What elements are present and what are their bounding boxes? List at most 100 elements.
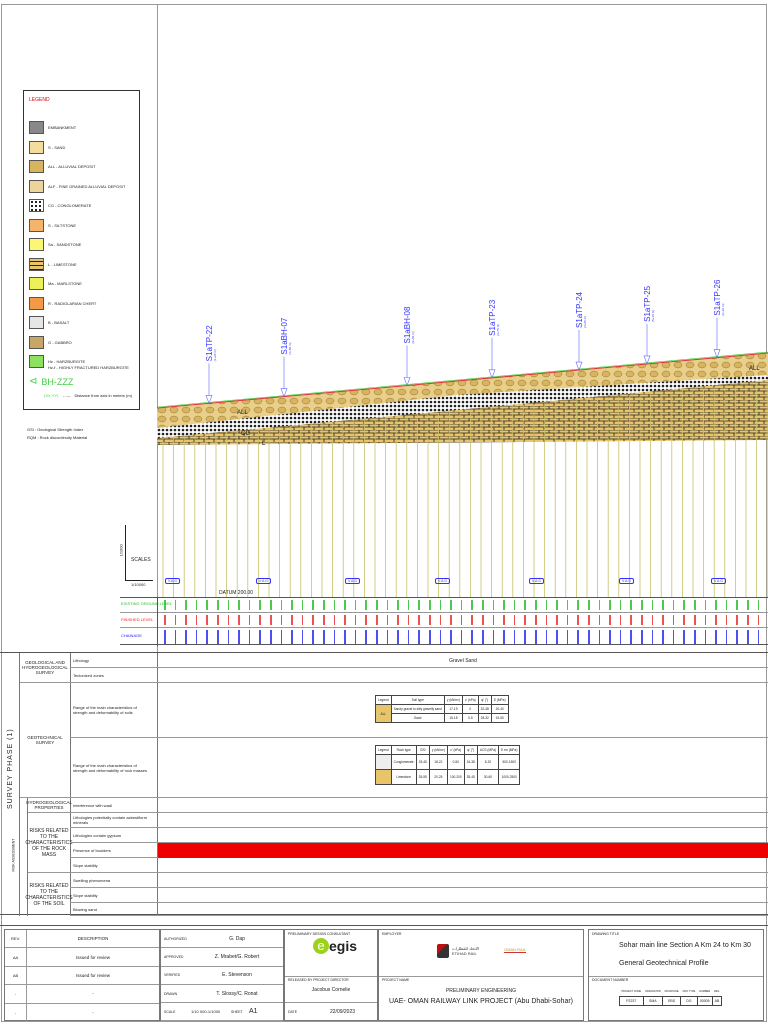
band-value-mark: [630, 600, 632, 610]
soil-table-cell: 15-50: [490, 713, 509, 723]
band-value-mark: [651, 630, 654, 644]
band-value-mark: [270, 630, 272, 644]
band-value-mark: [503, 630, 505, 644]
rock-table-cell: 0-50: [446, 754, 465, 770]
drawing-title-1: Sohar main line Section A Km 24 to Km 30: [619, 942, 751, 949]
borehole-marker[interactable]: S1aTP-25 (5+40 m): [643, 285, 655, 365]
band-value-mark: [238, 600, 240, 610]
signoff-row: APPROVED Z. Mrabet/G. Robert: [161, 948, 283, 967]
band-value-mark: [376, 615, 378, 625]
table-row-label: Blowing sand: [70, 903, 768, 916]
legend-title: LEGEND: [29, 97, 50, 103]
document-number-label: DOCUMENT NUMBER: [592, 978, 629, 982]
consultant-block: PRELIMINARY DESIGN CONSULTANT e egis REL…: [284, 929, 378, 1021]
borehole-marker[interactable]: S1aBH-08 (2+60 m): [403, 306, 415, 387]
band-value-mark: [418, 615, 420, 625]
band-value-mark: [513, 630, 516, 644]
soil-table-header: E (MPa): [490, 695, 509, 705]
borehole-marker[interactable]: S1aTP-24 (4+65 m): [575, 291, 587, 371]
rock-parameters-table: Legend Rock type GSI γ (kN/m³) c' (kPa) φ' (°…: [375, 745, 521, 785]
va-tag: V.A.G: [435, 578, 451, 584]
band-value-mark: [715, 615, 717, 625]
band-value-mark: [524, 630, 526, 644]
legend-item: ALL - ALLUVIAL DEPOSIT: [29, 160, 96, 173]
band-value-mark: [333, 600, 336, 610]
band-value-mark: [588, 630, 590, 644]
egis-logo: e egis: [313, 938, 357, 954]
employer-project-block: EMPLOYER الاتحاد للقطارات ETIHAD RAIL OMA…: [378, 929, 584, 1021]
band-value-mark: [418, 630, 420, 644]
band-value-mark: [248, 615, 251, 625]
revision-row: --: [5, 1003, 159, 1022]
revision-row: REV. DESCRIPTION: [5, 930, 159, 949]
borehole-chainage: (2+60 m): [411, 331, 415, 343]
band-value-mark: [323, 600, 325, 610]
band-value-mark: [683, 600, 685, 610]
table-row-label: Lithologies contain gypsum: [70, 828, 768, 843]
band-value-mark: [185, 615, 187, 625]
band-value-mark: [185, 630, 187, 644]
rock-table-header: Rock type: [390, 745, 417, 755]
band-value-mark: [259, 600, 261, 610]
band-value-mark: [598, 630, 601, 644]
band-value-mark: [747, 615, 749, 625]
band-value-mark: [715, 630, 717, 644]
band-value-mark: [704, 600, 707, 610]
borehole-marker[interactable]: S1aTP-23 (3+75 m): [488, 299, 500, 379]
soil-legend-swatch: ALL: [375, 704, 392, 723]
oman-rail-logo: OMAN RAIL: [504, 947, 527, 953]
borehole-marker[interactable]: S1aTP-22 (1+20 m): [205, 325, 217, 405]
table-row-label: Slope stability: [70, 888, 768, 903]
va-tag: V.A.G: [256, 578, 272, 584]
band-value-mark: [386, 615, 389, 625]
band-value-mark: [248, 630, 251, 644]
band-value-mark: [376, 630, 378, 644]
docnum-header: DISCIPLINE: [664, 989, 679, 993]
group-risk-soil: RISKS RELATED TO THE CHARACTERISTICS OF …: [25, 882, 73, 907]
va-tag: V.A.G: [529, 578, 545, 584]
drawing-title-block: DRAWING TITLE Sohar main line Section A …: [588, 929, 764, 1021]
legend-swatch: [29, 296, 44, 310]
band-value-mark: [524, 615, 526, 625]
band-value-mark: [407, 630, 410, 644]
legend-item: EMBANKMENT: [29, 121, 76, 134]
soil-table-header: Legend: [375, 695, 392, 705]
band-value-mark: [323, 615, 325, 625]
legend-swatch: [29, 121, 44, 134]
borehole-marker[interactable]: S1aBH-07 (1+50 m): [280, 317, 292, 398]
soil-table-cell: Sandy gravel to silty gravelly sand: [390, 704, 445, 714]
table-row-label: Interference with wadi: [70, 798, 768, 813]
band-value-mark: [598, 615, 601, 625]
rock-table-cell: 5-20: [476, 754, 500, 770]
rock-table-cell: 25-45: [415, 754, 430, 770]
legend-item: Ma - MARLSTONE: [29, 277, 82, 290]
soil-table-cell: 15-18: [443, 713, 463, 723]
borehole-marker[interactable]: S1aTP-26 (6+10 m): [713, 280, 725, 359]
band-value-mark: [365, 630, 367, 644]
legend-label: EMBANKMENT: [48, 125, 77, 130]
va-tag: V.A.G: [345, 578, 361, 584]
legend-item: L - LIMESTONE: [29, 257, 77, 271]
band-value-mark: [609, 600, 611, 610]
band-value-mark: [418, 600, 420, 610]
band-value-mark: [397, 600, 399, 610]
band-value-mark: [725, 615, 728, 625]
band-value-mark: [227, 600, 230, 610]
band-value-mark: [609, 615, 611, 625]
band-value-mark: [566, 600, 569, 610]
band-value-mark: [694, 615, 696, 625]
legend-item: S - SILTSTONE: [29, 218, 76, 232]
band-value-mark: [662, 600, 664, 610]
band-chainage-label: CHAINAGE: [121, 633, 142, 638]
legend-item: ALF - FINE GRAINED ALLUVIAL DEPOSIT: [29, 179, 125, 193]
band-value-mark: [164, 615, 166, 625]
layer-tag: ALL: [749, 366, 760, 372]
band-value-mark: [365, 615, 367, 625]
scale-bar-h: [125, 580, 153, 581]
borehole-chainage: (1+50 m): [288, 342, 292, 354]
band-value-mark: [662, 615, 664, 625]
docnum-header: DOC TYPE: [682, 989, 696, 993]
band-value-mark: [694, 600, 696, 610]
rock-table-cell: 35-55: [415, 769, 430, 785]
band-value-mark: [725, 630, 728, 644]
